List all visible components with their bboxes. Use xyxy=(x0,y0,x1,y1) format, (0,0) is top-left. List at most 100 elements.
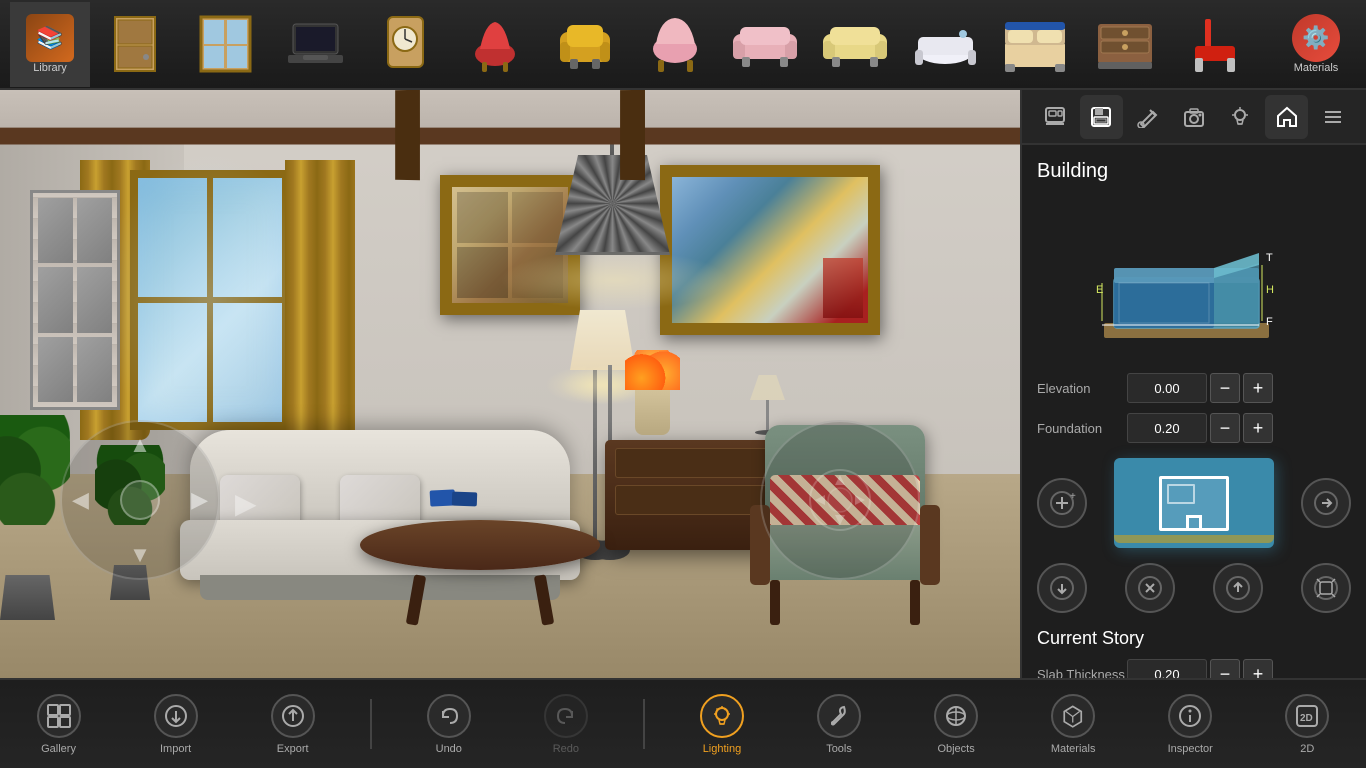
nav-down-arrow[interactable]: ▼ xyxy=(129,542,151,568)
home-view-button[interactable] xyxy=(1265,95,1307,139)
action-btn-4[interactable] xyxy=(1301,563,1351,613)
list-view-button[interactable] xyxy=(1312,95,1354,139)
paint-button[interactable] xyxy=(1127,95,1169,139)
undo-label: Undo xyxy=(436,743,462,755)
redo-icon xyxy=(544,694,588,738)
materials-bottom-label: Materials xyxy=(1051,743,1096,755)
lighting-label: Lighting xyxy=(703,743,742,755)
inspector-icon xyxy=(1168,694,1212,738)
slab-increase-button[interactable]: + xyxy=(1243,659,1273,680)
elevation-row: Elevation − + xyxy=(1037,373,1351,403)
svg-text:T: T xyxy=(1266,252,1273,264)
add-story-button[interactable]: + xyxy=(1037,478,1087,528)
nav-right-arrow[interactable]: ▶ xyxy=(191,487,208,513)
nav-up-arrow[interactable]: ▲ xyxy=(129,432,151,458)
divider-1 xyxy=(370,699,372,749)
furniture-window[interactable] xyxy=(180,2,270,87)
2d-button[interactable]: 2D 2D xyxy=(1262,682,1352,767)
foundation-row: Foundation − + xyxy=(1037,413,1351,443)
objects-button[interactable]: Objects xyxy=(911,682,1001,767)
slab-thickness-input[interactable] xyxy=(1127,659,1207,680)
camera-button[interactable] xyxy=(1173,95,1215,139)
furniture-sofa-yellow[interactable] xyxy=(810,2,900,87)
elevation-input[interactable] xyxy=(1127,373,1207,403)
materials-button[interactable]: ⚙️ Materials xyxy=(1276,2,1356,87)
materials-icon: ⚙️ xyxy=(1292,14,1340,62)
export-icon xyxy=(271,694,315,738)
furniture-door[interactable] xyxy=(90,2,180,87)
import-icon xyxy=(154,694,198,738)
library-label: Library xyxy=(33,62,67,74)
library-button[interactable]: 📚 Library xyxy=(10,2,90,87)
right-panel-toolbar xyxy=(1022,90,1366,145)
materials-bottom-icon xyxy=(1051,694,1095,738)
divider-2 xyxy=(643,699,645,749)
export-label: Export xyxy=(277,743,309,755)
furniture-laptop[interactable] xyxy=(270,2,360,87)
move-up-button[interactable] xyxy=(1213,563,1263,613)
gallery-icon xyxy=(37,694,81,738)
redo-button[interactable]: Redo xyxy=(521,682,611,767)
nav-left-arrow[interactable]: ◀ xyxy=(72,487,89,513)
action-btn-2[interactable] xyxy=(1301,478,1351,528)
slab-decrease-button[interactable]: − xyxy=(1210,659,1240,680)
svg-text:F: F xyxy=(1266,316,1273,328)
2d-icon: 2D xyxy=(1285,694,1329,738)
materials-bottom-button[interactable]: Materials xyxy=(1028,682,1118,767)
svg-text:+: + xyxy=(1070,491,1076,502)
move-down-button[interactable] xyxy=(1037,563,1087,613)
beam-vertical2 xyxy=(620,90,645,180)
foundation-increase-button[interactable]: + xyxy=(1243,413,1273,443)
furniture-armchair-yellow[interactable] xyxy=(540,2,630,87)
viewport[interactable]: ▲ ▼ ◀ ▶ ▶ xyxy=(0,90,1020,680)
foundation-decrease-button[interactable]: − xyxy=(1210,413,1240,443)
lamp-glow xyxy=(500,250,730,310)
save-button[interactable] xyxy=(1080,95,1122,139)
furniture-clock[interactable] xyxy=(360,2,450,87)
window xyxy=(130,170,290,430)
elevation-decrease-button[interactable]: − xyxy=(1210,373,1240,403)
nav-mid-button[interactable]: ▶ xyxy=(235,487,257,520)
current-story-title: Current Story xyxy=(1037,628,1351,649)
lighting-button[interactable]: Lighting xyxy=(677,682,767,767)
import-button[interactable]: Import xyxy=(131,682,221,767)
nav-center[interactable] xyxy=(120,480,160,520)
materials-label: Materials xyxy=(1294,62,1339,74)
objects-label: Objects xyxy=(937,743,974,755)
inspector-button[interactable]: Inspector xyxy=(1145,682,1235,767)
nav-joystick-left[interactable]: ▲ ▼ ◀ ▶ xyxy=(60,420,220,580)
export-button[interactable]: Export xyxy=(248,682,338,767)
gallery-label: Gallery xyxy=(41,743,76,755)
furniture-bed[interactable] xyxy=(990,2,1080,87)
furniture-dresser[interactable] xyxy=(1080,2,1170,87)
bottom-toolbar: Gallery Import Export Undo xyxy=(0,678,1366,768)
foundation-input[interactable] xyxy=(1127,413,1207,443)
floor-plan-preview[interactable] xyxy=(1114,458,1274,548)
2d-label: 2D xyxy=(1300,743,1314,755)
select-tool-button[interactable] xyxy=(1034,95,1076,139)
action-buttons-row: + xyxy=(1037,458,1351,548)
furniture-chair-red[interactable] xyxy=(450,2,540,87)
furniture-bathtub[interactable] xyxy=(900,2,990,87)
objects-icon xyxy=(934,694,978,738)
coffee-table xyxy=(380,515,580,625)
elevation-label: Elevation xyxy=(1037,381,1127,396)
tools-button[interactable]: Tools xyxy=(794,682,884,767)
library-icon: 📚 xyxy=(26,14,74,62)
current-story-section: Current Story Slab Thickness − + xyxy=(1037,628,1351,680)
gallery-button[interactable]: Gallery xyxy=(14,682,104,767)
beam-vertical1 xyxy=(395,90,420,180)
action-btn-3[interactable] xyxy=(1125,563,1175,613)
nav-joystick-right[interactable] xyxy=(760,420,920,580)
furniture-chair-pink[interactable] xyxy=(630,2,720,87)
building-section: Building T H E xyxy=(1022,145,1366,680)
furniture-sofa-pink[interactable] xyxy=(720,2,810,87)
top-toolbar: 📚 Library xyxy=(0,0,1366,90)
inspector-label: Inspector xyxy=(1168,743,1213,755)
furniture-chair-red2[interactable] xyxy=(1170,2,1260,87)
tools-icon xyxy=(817,694,861,738)
second-action-row xyxy=(1037,563,1351,613)
undo-button[interactable]: Undo xyxy=(404,682,494,767)
lighting-button[interactable] xyxy=(1219,95,1261,139)
elevation-increase-button[interactable]: + xyxy=(1243,373,1273,403)
